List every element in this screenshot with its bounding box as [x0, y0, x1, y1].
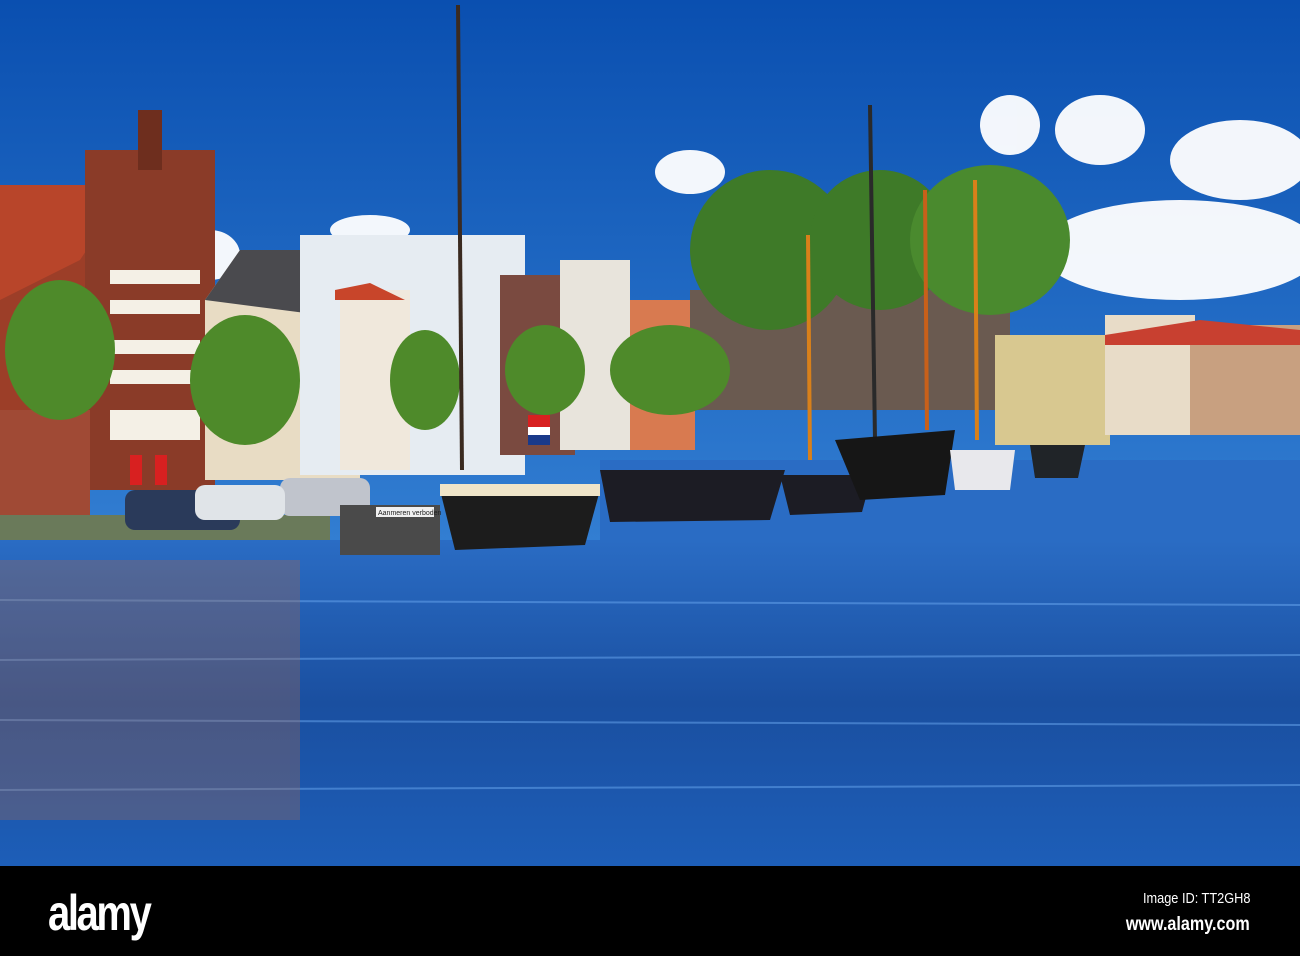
- no-mooring-sign: Aanmeren verboden: [378, 510, 442, 517]
- alamy-logo: alamy: [48, 885, 152, 941]
- canal-scene-photo: Aanmeren verboden: [0, 0, 1300, 866]
- watermark-footer: alamy Image ID: TT2GH8 www.alamy.com: [0, 866, 1300, 956]
- alamy-url: www.alamy.com: [1126, 914, 1250, 935]
- stock-photo: Aanmeren verboden alamy Image ID: TT2GH8…: [0, 0, 1300, 956]
- image-id: Image ID: TT2GH8: [1142, 890, 1250, 907]
